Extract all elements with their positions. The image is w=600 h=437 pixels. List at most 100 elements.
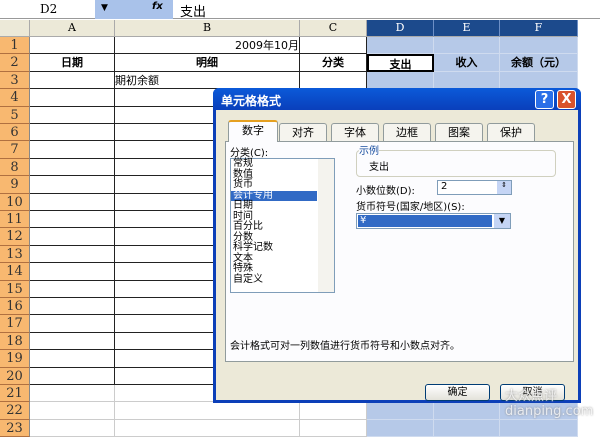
cell-B22[interactable]: [115, 402, 300, 420]
row-header-18[interactable]: 18: [0, 332, 30, 351]
cell-A5[interactable]: [30, 106, 115, 124]
close-button[interactable]: X: [557, 90, 576, 109]
row-header-7[interactable]: 7: [0, 141, 30, 159]
tab-4[interactable]: 图案: [435, 123, 483, 141]
cell-D22[interactable]: [367, 402, 434, 420]
tab-5[interactable]: 保护: [487, 123, 535, 141]
cell-E1[interactable]: [434, 37, 500, 55]
spinner-arrows-icon[interactable]: ⇕: [497, 181, 511, 194]
cell-D1[interactable]: [367, 37, 434, 55]
cell-A7[interactable]: [30, 141, 115, 159]
cell-D3[interactable]: [367, 71, 434, 90]
name-box[interactable]: D2: [0, 0, 95, 19]
cell-A6[interactable]: [30, 124, 115, 142]
row-header-5[interactable]: 5: [0, 106, 30, 124]
cell-F2[interactable]: 余额（元）: [500, 54, 578, 72]
cell-C2[interactable]: 分类: [300, 54, 367, 72]
cell-A18[interactable]: [30, 332, 115, 351]
row-header-23[interactable]: 23: [0, 419, 30, 437]
row-header-8[interactable]: 8: [0, 158, 30, 177]
row-header-21[interactable]: 21: [0, 385, 30, 403]
cell-A23[interactable]: [30, 419, 115, 437]
row-header-14[interactable]: 14: [0, 263, 30, 281]
cell-A4[interactable]: [30, 89, 115, 107]
cell-C3[interactable]: [300, 71, 367, 90]
cell-C22[interactable]: [300, 402, 367, 420]
cell-C1[interactable]: [300, 37, 367, 55]
cell-A9[interactable]: [30, 176, 115, 194]
cell-B3[interactable]: 期初余额: [115, 71, 300, 90]
row-header-20[interactable]: 20: [0, 367, 30, 385]
cell-D23[interactable]: [367, 419, 434, 437]
cell-A16[interactable]: [30, 298, 115, 316]
cell-E2[interactable]: 收入: [434, 54, 500, 72]
cell-A22[interactable]: [30, 402, 115, 420]
tab-2[interactable]: 字体: [331, 123, 379, 141]
cell-D2[interactable]: 支出: [367, 54, 434, 72]
fx-icon[interactable]: fx: [152, 1, 163, 12]
row-header-9[interactable]: 9: [0, 176, 30, 194]
row-header-17[interactable]: 17: [0, 315, 30, 333]
row-header-6[interactable]: 6: [0, 124, 30, 142]
column-header-D[interactable]: D: [367, 20, 434, 37]
cell-A17[interactable]: [30, 315, 115, 333]
cell-E23[interactable]: [434, 419, 500, 437]
help-button[interactable]: ?: [535, 90, 554, 109]
row-header-3[interactable]: 3: [0, 71, 30, 90]
currency-label: 货币符号(国家/地区)(S):: [356, 202, 465, 213]
dialog-title: 单元格格式 ? X: [213, 88, 581, 110]
cell-A14[interactable]: [30, 263, 115, 281]
cell-A19[interactable]: [30, 350, 115, 368]
row-header-13[interactable]: 13: [0, 245, 30, 264]
column-header-E[interactable]: E: [434, 20, 500, 37]
currency-select[interactable]: ¥ ▼: [356, 213, 511, 229]
row-header-19[interactable]: 19: [0, 350, 30, 368]
row-header-2[interactable]: 2: [0, 54, 30, 72]
select-all-corner[interactable]: [0, 20, 30, 37]
cell-E22[interactable]: [434, 402, 500, 420]
cell-B2[interactable]: 明细: [115, 54, 300, 72]
cell-A13[interactable]: [30, 245, 115, 264]
cell-A11[interactable]: [30, 211, 115, 229]
column-header-B[interactable]: B: [115, 20, 300, 37]
cell-B1[interactable]: 2009年10月: [115, 37, 300, 55]
tab-1[interactable]: 对齐: [279, 123, 327, 141]
column-header-A[interactable]: A: [30, 20, 115, 37]
decimal-spinner[interactable]: 2 ⇕: [437, 180, 512, 195]
cell-A1[interactable]: [30, 37, 115, 55]
row-header-4[interactable]: 4: [0, 89, 30, 107]
cell-A8[interactable]: [30, 158, 115, 177]
row-header-11[interactable]: 11: [0, 211, 30, 229]
cell-E3[interactable]: [434, 71, 500, 90]
row-header-15[interactable]: 15: [0, 280, 30, 298]
tab-0[interactable]: 数字: [228, 120, 278, 142]
watermark: 大众点评 dianping.com: [505, 389, 594, 419]
tab-3[interactable]: 边框: [383, 123, 431, 141]
cell-C23[interactable]: [300, 419, 367, 437]
cell-F1[interactable]: [500, 37, 578, 55]
cell-A10[interactable]: [30, 193, 115, 211]
row-header-22[interactable]: 22: [0, 402, 30, 420]
category-list[interactable]: 常规 数值 货币 会计专用 日期 时间 百分比 分数 科学记数 文本 特殊 自定义: [230, 158, 335, 293]
row-header-1[interactable]: 1: [0, 37, 30, 55]
cell-F3[interactable]: [500, 71, 578, 90]
cell-A20[interactable]: [30, 367, 115, 385]
ok-button[interactable]: 确定: [425, 384, 490, 401]
sample-label: 示例: [359, 142, 379, 157]
scrollbar[interactable]: [318, 159, 334, 292]
column-header-C[interactable]: C: [300, 20, 367, 37]
row-header-16[interactable]: 16: [0, 298, 30, 316]
row-header-12[interactable]: 12: [0, 228, 30, 246]
cell-A2[interactable]: 日期: [30, 54, 115, 72]
formula-input[interactable]: 支出: [180, 1, 206, 20]
chevron-down-icon[interactable]: ▼: [494, 214, 510, 228]
row-header-10[interactable]: 10: [0, 193, 30, 211]
column-header-F[interactable]: F: [500, 20, 578, 37]
cell-A3[interactable]: [30, 71, 115, 90]
cell-B23[interactable]: [115, 419, 300, 437]
cell-A21[interactable]: [30, 385, 115, 403]
cell-A12[interactable]: [30, 228, 115, 246]
sample-box: 示例 支出: [356, 142, 556, 177]
cell-F23[interactable]: [500, 419, 578, 437]
cell-A15[interactable]: [30, 280, 115, 298]
